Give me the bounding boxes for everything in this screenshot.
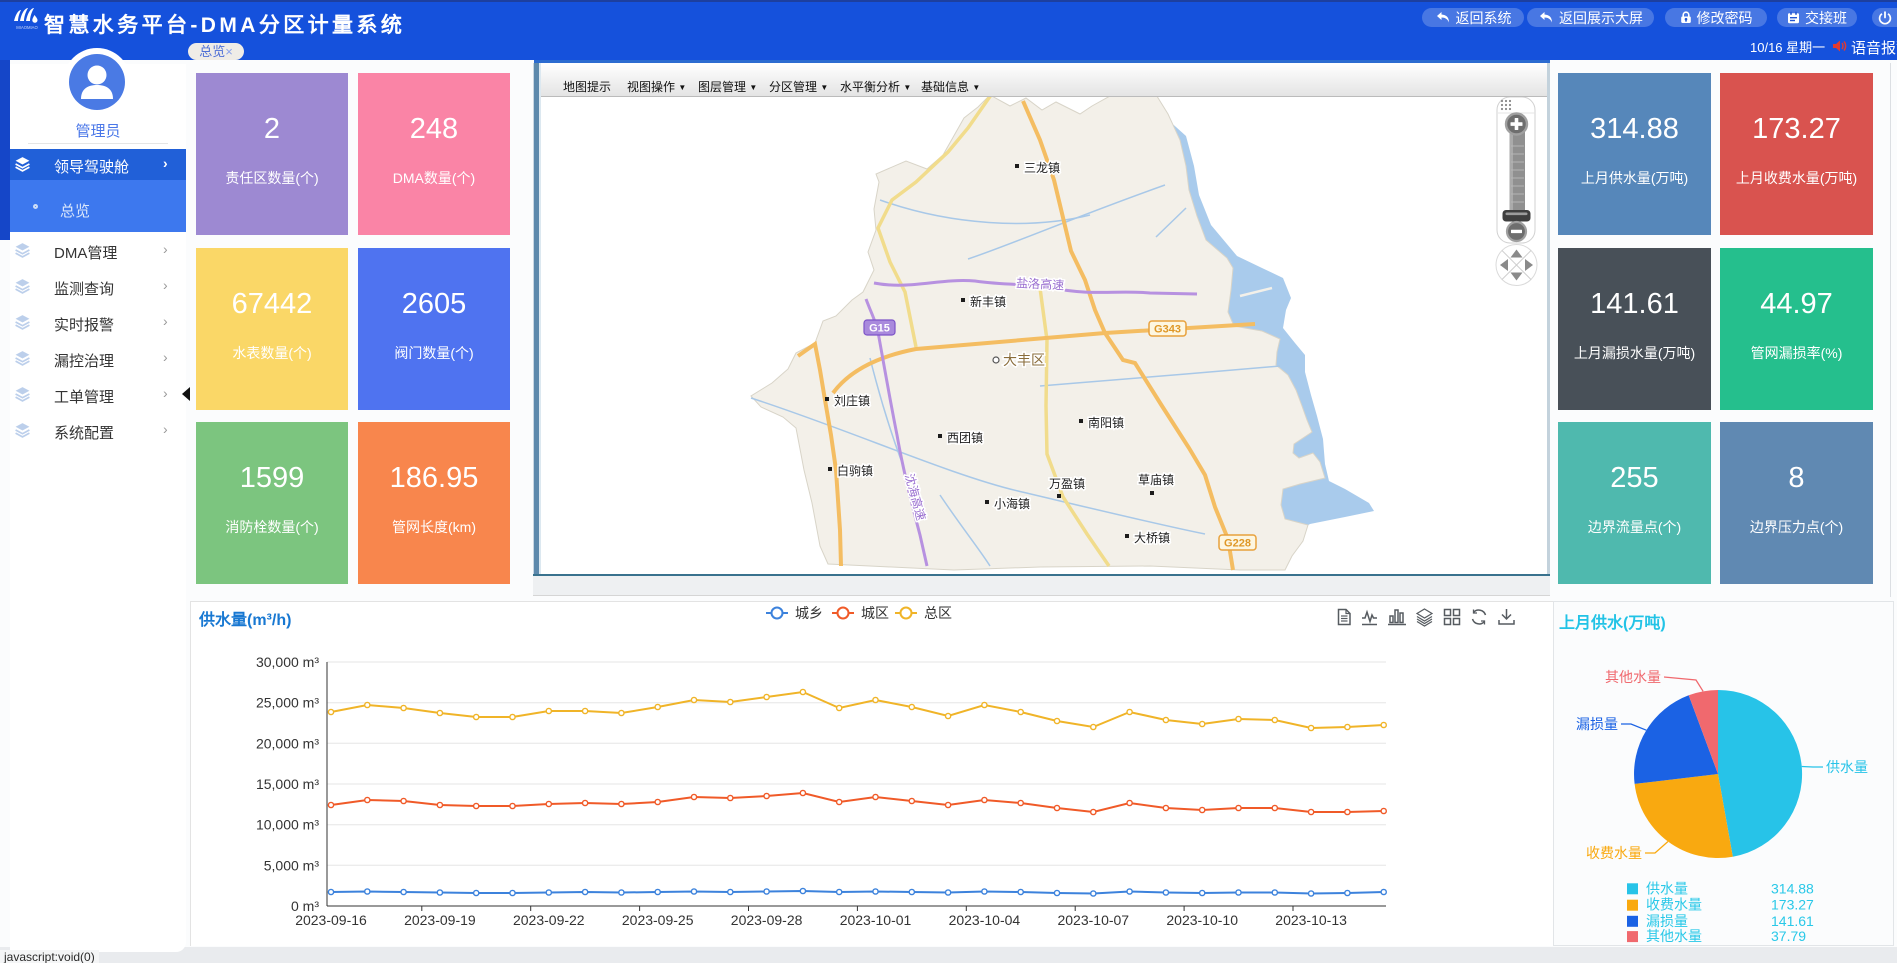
svg-text:173.27: 173.27 <box>1771 897 1814 913</box>
svg-text:草庙镇: 草庙镇 <box>1138 473 1174 487</box>
svg-text:G228: G228 <box>1224 538 1251 550</box>
svg-text:2023-09-19: 2023-09-19 <box>404 912 476 928</box>
svg-text:城区: 城区 <box>861 605 889 621</box>
svg-text:大丰区: 大丰区 <box>1003 352 1045 368</box>
svg-text:万盈镇: 万盈镇 <box>1049 477 1085 491</box>
svg-text:西团镇: 西团镇 <box>947 431 983 445</box>
svg-text:2023-10-10: 2023-10-10 <box>1166 912 1238 928</box>
svg-text:G15: G15 <box>869 323 890 335</box>
svg-text:其他水量: 其他水量 <box>1646 928 1702 944</box>
svg-text:5,000 m³: 5,000 m³ <box>264 857 320 873</box>
svg-text:2023-09-16: 2023-09-16 <box>295 912 367 928</box>
svg-text:刘庄镇: 刘庄镇 <box>834 393 870 408</box>
svg-text:37.79: 37.79 <box>1771 928 1806 944</box>
svg-text:漏损量: 漏损量 <box>1646 913 1688 929</box>
svg-text:15,000 m³: 15,000 m³ <box>256 776 319 792</box>
svg-text:2023-10-04: 2023-10-04 <box>949 912 1021 928</box>
svg-text:141.61: 141.61 <box>1771 913 1814 929</box>
svg-text:20,000 m³: 20,000 m³ <box>256 735 319 751</box>
svg-text:10,000 m³: 10,000 m³ <box>256 817 319 833</box>
svg-text:2023-09-22: 2023-09-22 <box>513 912 585 928</box>
svg-text:MIAOMIAO: MIAOMIAO <box>16 25 38 30</box>
svg-text:白驹镇: 白驹镇 <box>837 463 873 478</box>
svg-text:2023-10-01: 2023-10-01 <box>840 912 912 928</box>
svg-text:大桥镇: 大桥镇 <box>1134 531 1170 545</box>
svg-text:314.88: 314.88 <box>1771 880 1814 896</box>
svg-text:2023-09-25: 2023-09-25 <box>622 912 694 928</box>
svg-text:G343: G343 <box>1154 324 1181 336</box>
svg-text:三龙镇: 三龙镇 <box>1024 161 1060 175</box>
svg-text:30,000 m³: 30,000 m³ <box>256 654 319 670</box>
svg-text:供水量: 供水量 <box>1826 759 1868 775</box>
svg-text:漏损量: 漏损量 <box>1576 716 1618 732</box>
svg-text:总区: 总区 <box>924 605 952 621</box>
svg-text:2023-10-07: 2023-10-07 <box>1057 912 1129 928</box>
svg-text:收费水量: 收费水量 <box>1646 897 1702 913</box>
svg-text:供水量: 供水量 <box>1646 880 1688 896</box>
svg-text:2023-09-28: 2023-09-28 <box>731 912 803 928</box>
svg-text:其他水量: 其他水量 <box>1605 669 1661 685</box>
svg-text:小海镇: 小海镇 <box>994 496 1030 511</box>
svg-text:城乡: 城乡 <box>795 605 823 621</box>
svg-text:新丰镇: 新丰镇 <box>970 294 1006 309</box>
svg-text:收费水量: 收费水量 <box>1586 845 1642 861</box>
svg-text:2023-10-13: 2023-10-13 <box>1275 912 1347 928</box>
svg-text:盐洛高速: 盐洛高速 <box>1016 275 1065 292</box>
svg-text:南阳镇: 南阳镇 <box>1088 415 1124 430</box>
svg-text:25,000 m³: 25,000 m³ <box>256 695 319 711</box>
